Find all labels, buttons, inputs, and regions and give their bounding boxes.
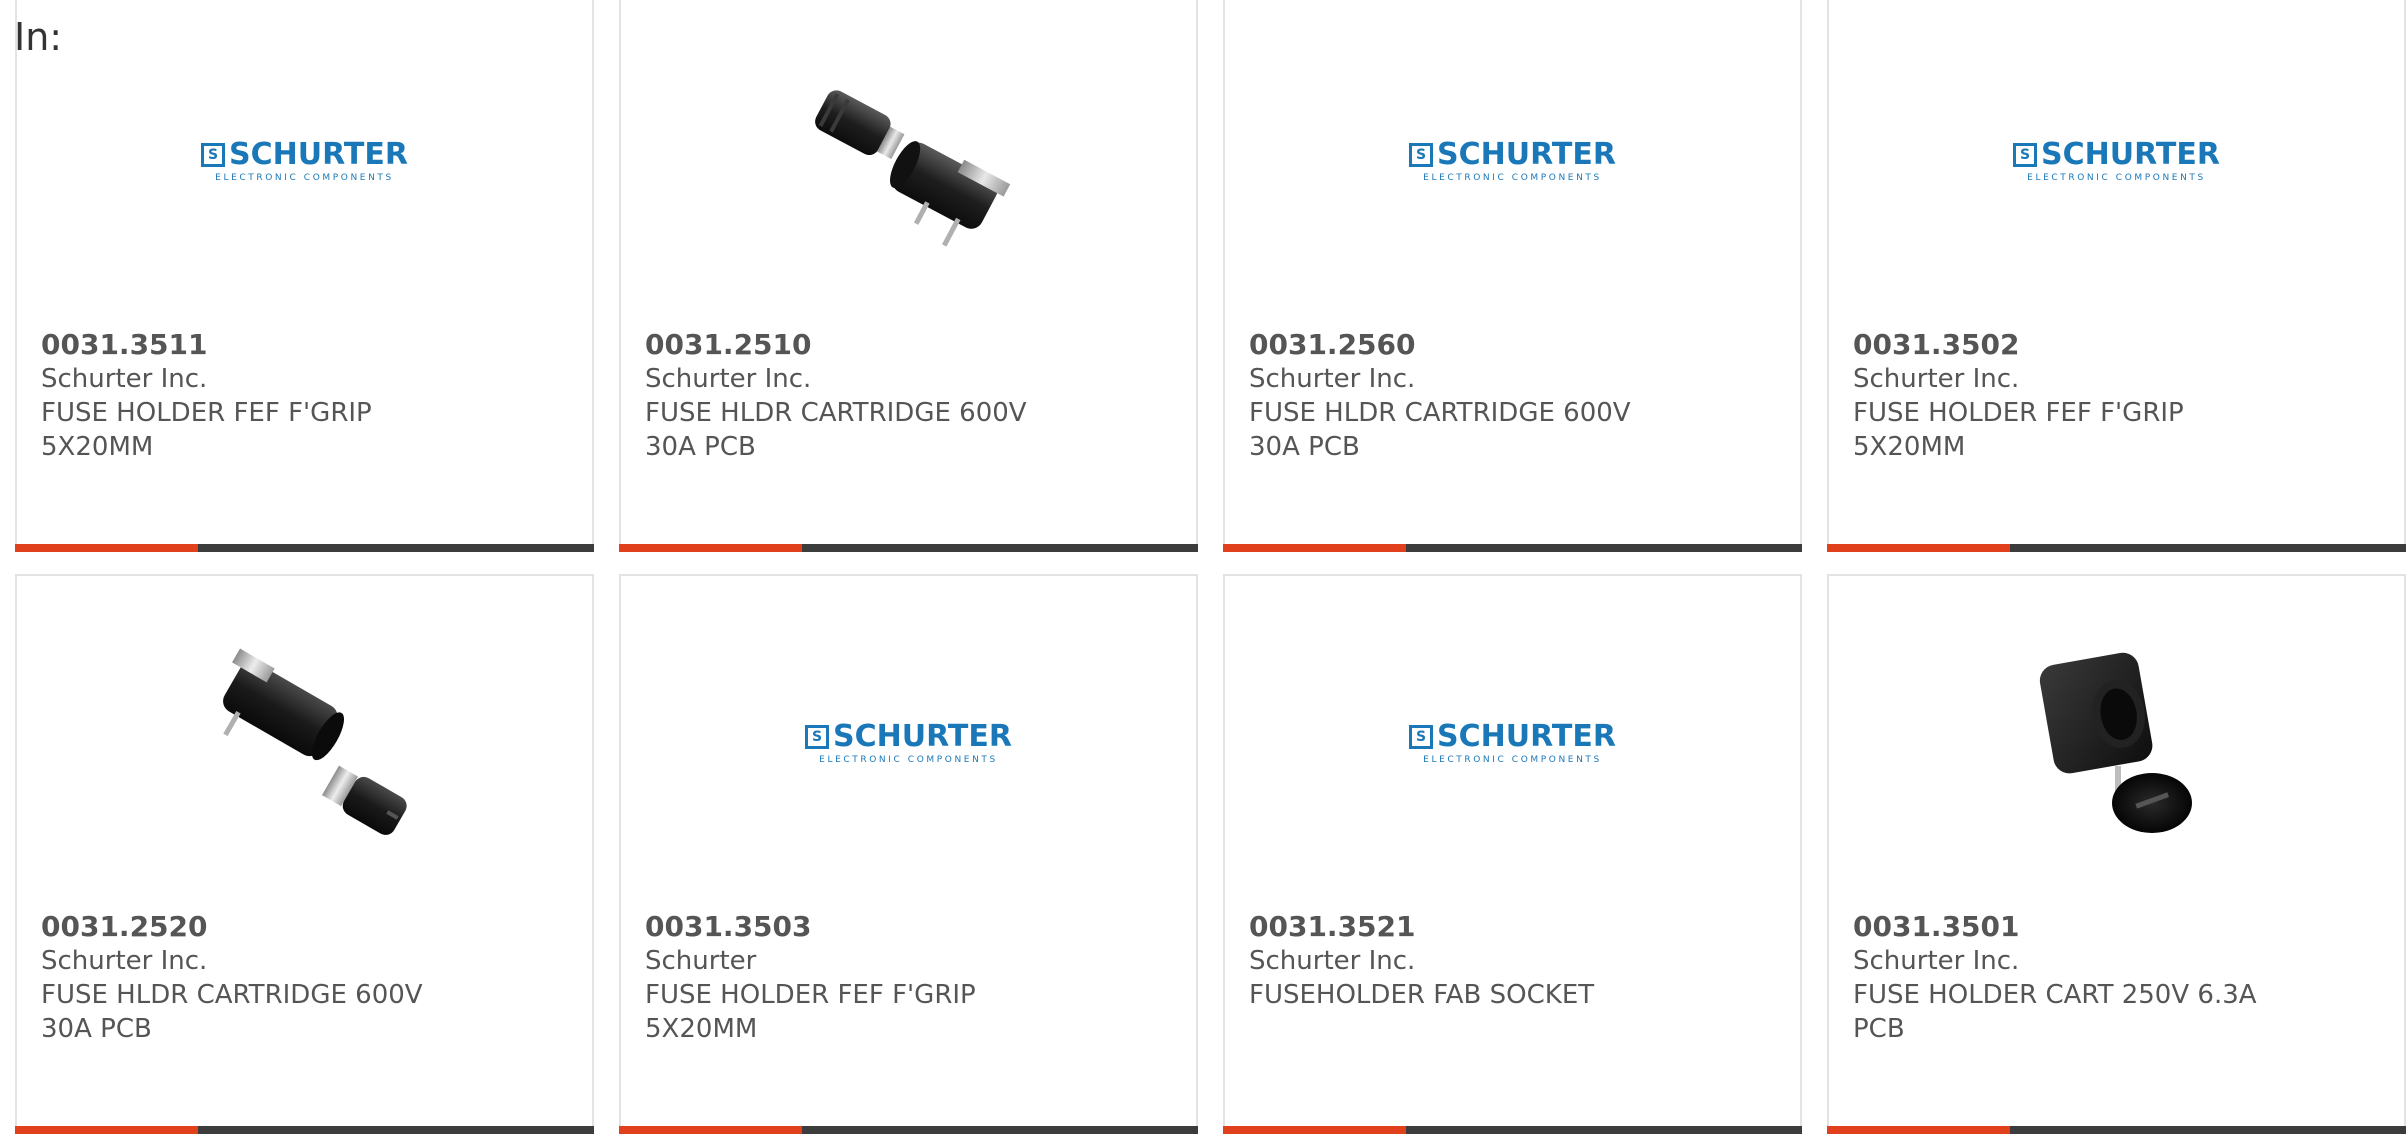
part-number[interactable]: 0031.3521	[1249, 910, 1780, 944]
schurter-mark-icon: S	[1409, 142, 1434, 167]
product-grid-page: In: S SCHURTER ELECTRONIC COMPONENTS 003…	[0, 0, 2408, 1138]
card-bar-accent	[619, 544, 802, 552]
logo-subtitle: ELECTRONIC COMPONENTS	[819, 754, 998, 765]
description: FUSE HOLDER FEF F'GRIP 5X20MM	[41, 398, 372, 462]
product-card[interactable]: S SCHURTER ELECTRONIC COMPONENTS 0031.35…	[15, 0, 594, 552]
part-number[interactable]: 0031.2560	[1249, 328, 1780, 362]
manufacturer: Schurter Inc.	[645, 364, 812, 394]
logo-subtitle: ELECTRONIC COMPONENTS	[2027, 172, 2206, 183]
card-bottom-bar	[1827, 544, 2406, 552]
product-image: S SCHURTER ELECTRONIC COMPONENTS	[1829, 56, 2404, 266]
fuse-holder-photo-icon	[814, 90, 1010, 247]
description: FUSE HLDR CARTRIDGE 600V 30A PCB	[1249, 398, 1631, 462]
product-card[interactable]: S SCHURTER ELECTRONIC COMPONENTS 0031.35…	[1827, 0, 2406, 552]
product-image: S SCHURTER ELECTRONIC COMPONENTS	[621, 638, 1196, 848]
schurter-logo: S SCHURTER ELECTRONIC COMPONENTS	[805, 718, 1012, 765]
product-image	[17, 638, 592, 848]
logo-word: SCHURTER	[229, 136, 408, 172]
description: FUSE HOLDER FEF F'GRIP 5X20MM	[645, 980, 976, 1044]
logo-subtitle: ELECTRONIC COMPONENTS	[1423, 754, 1602, 765]
manufacturer: Schurter Inc.	[1249, 946, 1416, 976]
schurter-mark-icon: S	[201, 142, 226, 167]
manufacturer: Schurter Inc.	[1853, 946, 2020, 976]
product-image: S SCHURTER ELECTRONIC COMPONENTS	[1225, 56, 1800, 266]
card-bar-accent	[619, 1126, 802, 1134]
card-bar-accent	[15, 544, 198, 552]
card-bottom-bar	[15, 1126, 594, 1134]
product-card[interactable]: S SCHURTER ELECTRONIC COMPONENTS 0031.25…	[1223, 0, 1802, 552]
card-bar-accent	[1223, 1126, 1406, 1134]
description: FUSE HOLDER FEF F'GRIP 5X20MM	[1853, 398, 2184, 462]
product-card[interactable]: S SCHURTER ELECTRONIC COMPONENTS 0031.35…	[1223, 574, 1802, 1134]
product-card[interactable]: 0031.3501 Schurter Inc. FUSE HOLDER CART…	[1827, 574, 2406, 1134]
card-bottom-bar	[619, 1126, 1198, 1134]
part-number[interactable]: 0031.2510	[645, 328, 1176, 362]
manufacturer: Schurter	[645, 946, 757, 976]
card-bottom-bar	[619, 544, 1198, 552]
card-bottom-bar	[15, 544, 594, 552]
part-number[interactable]: 0031.2520	[41, 910, 572, 944]
product-image	[621, 56, 1196, 266]
description: FUSE HOLDER CART 250V 6.3A PCB	[1853, 980, 2257, 1044]
manufacturer: Schurter Inc.	[1249, 364, 1416, 394]
product-image	[1829, 638, 2404, 848]
manufacturer: Schurter Inc.	[41, 364, 208, 394]
product-image: S SCHURTER ELECTRONIC COMPONENTS	[1225, 638, 1800, 848]
card-bottom-bar	[1827, 1126, 2406, 1134]
schurter-logo: S SCHURTER ELECTRONIC COMPONENTS	[2013, 136, 2220, 183]
description: FUSE HLDR CARTRIDGE 600V 30A PCB	[645, 398, 1027, 462]
schurter-logo: S SCHURTER ELECTRONIC COMPONENTS	[1409, 136, 1616, 183]
product-image: S SCHURTER ELECTRONIC COMPONENTS	[17, 56, 592, 266]
product-card[interactable]: 0031.2520 Schurter Inc. FUSE HLDR CARTRI…	[15, 574, 594, 1134]
logo-subtitle: ELECTRONIC COMPONENTS	[215, 172, 394, 183]
logo-subtitle: ELECTRONIC COMPONENTS	[1423, 172, 1602, 183]
logo-word: SCHURTER	[1437, 718, 1616, 754]
description: FUSEHOLDER FAB SOCKET	[1249, 980, 1595, 1010]
manufacturer: Schurter Inc.	[1853, 364, 2020, 394]
logo-word: SCHURTER	[2041, 136, 2220, 172]
description: FUSE HLDR CARTRIDGE 600V 30A PCB	[41, 980, 423, 1044]
schurter-logo: S SCHURTER ELECTRONIC COMPONENTS	[1409, 718, 1616, 765]
card-bar-accent	[15, 1126, 198, 1134]
logo-word: SCHURTER	[833, 718, 1012, 754]
in-label: In:	[14, 15, 63, 59]
part-number[interactable]: 0031.3501	[1853, 910, 2384, 944]
card-bar-accent	[1223, 544, 1406, 552]
card-bar-accent	[1827, 1126, 2010, 1134]
product-card[interactable]: S SCHURTER ELECTRONIC COMPONENTS 0031.35…	[619, 574, 1198, 1134]
part-number[interactable]: 0031.3502	[1853, 328, 2384, 362]
card-bottom-bar	[1223, 544, 1802, 552]
schurter-mark-icon: S	[1409, 724, 1434, 749]
logo-word: SCHURTER	[1437, 136, 1616, 172]
schurter-mark-icon: S	[2013, 142, 2038, 167]
fuse-holder-photo-icon	[222, 648, 407, 835]
schurter-mark-icon: S	[805, 724, 830, 749]
part-number[interactable]: 0031.3511	[41, 328, 572, 362]
product-grid: S SCHURTER ELECTRONIC COMPONENTS 0031.35…	[15, 0, 2408, 1134]
part-number[interactable]: 0031.3503	[645, 910, 1176, 944]
card-bottom-bar	[1223, 1126, 1802, 1134]
fuse-socket-photo-icon	[2039, 652, 2192, 833]
card-bar-accent	[1827, 544, 2010, 552]
product-card[interactable]: 0031.2510 Schurter Inc. FUSE HLDR CARTRI…	[619, 0, 1198, 552]
manufacturer: Schurter Inc.	[41, 946, 208, 976]
schurter-logo: S SCHURTER ELECTRONIC COMPONENTS	[201, 136, 408, 183]
